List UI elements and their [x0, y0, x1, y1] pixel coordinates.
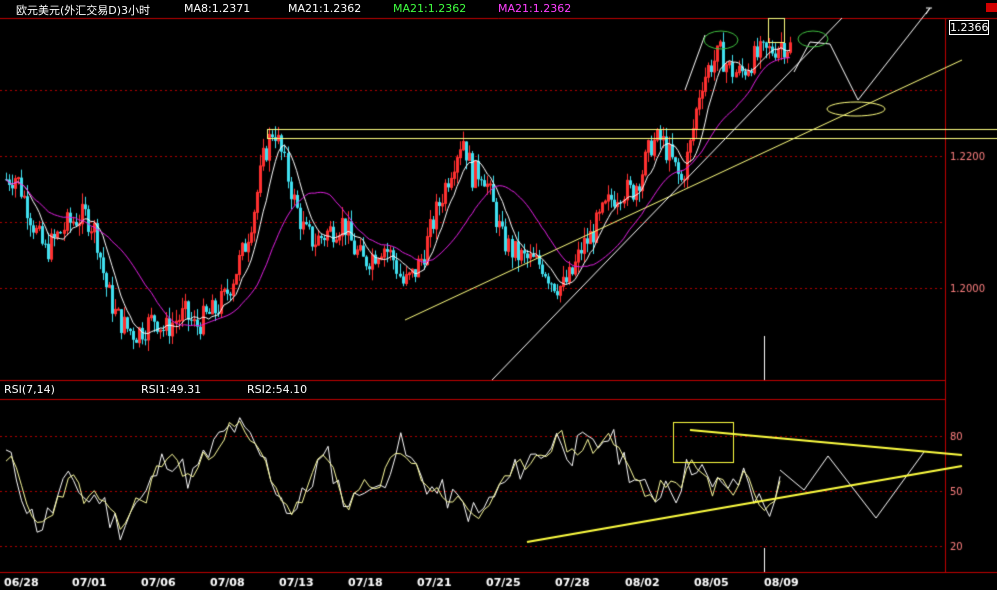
rsi1-value: RSI1:49.31 — [141, 383, 202, 396]
rsi-title: RSI(7,14) — [4, 383, 55, 396]
rsi2-value: RSI2:54.10 — [247, 383, 308, 396]
ma21-label-1: MA21:1.2362 — [288, 2, 362, 15]
ma21-label-3: MA21:1.2362 — [498, 2, 572, 15]
corner-marker — [986, 3, 997, 12]
ma8-label: MA8:1.2371 — [184, 2, 251, 15]
ma21-label-2: MA21:1.2362 — [393, 2, 467, 15]
chart-title: 欧元美元(外汇交易D)3小时 — [16, 4, 151, 17]
current-price-box: 1.2366 — [949, 20, 989, 35]
price-chart-canvas[interactable] — [0, 0, 997, 590]
